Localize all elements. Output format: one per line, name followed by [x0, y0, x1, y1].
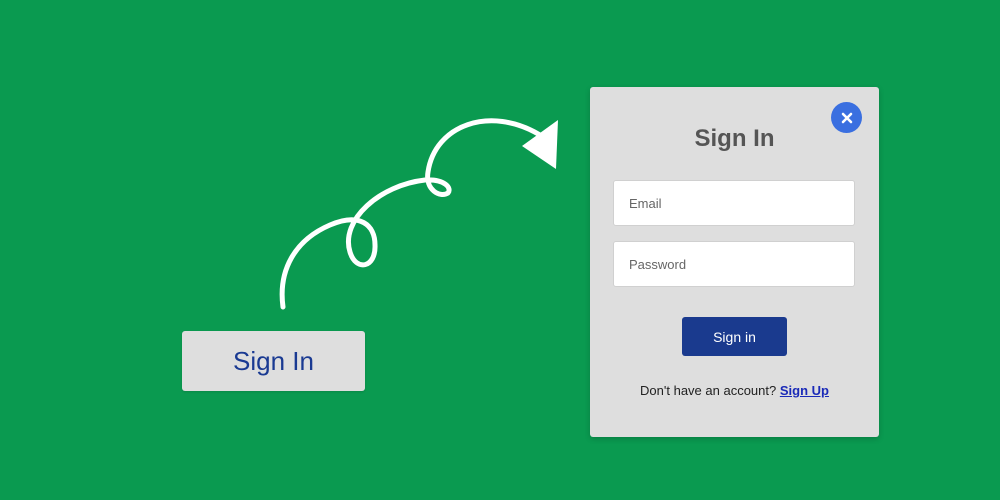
- close-icon: [841, 112, 852, 123]
- signup-link[interactable]: Sign Up: [780, 383, 829, 398]
- modal-title: Sign In: [694, 125, 775, 152]
- signin-modal: Sign In Sign in Don't have an account? S…: [590, 87, 879, 437]
- signin-submit-button[interactable]: Sign in: [682, 317, 787, 356]
- signup-prompt-text: Don't have an account?: [640, 383, 777, 398]
- signup-prompt: Don't have an account? Sign Up: [590, 383, 879, 398]
- email-field[interactable]: [613, 180, 855, 226]
- password-field[interactable]: [613, 241, 855, 287]
- open-signin-button[interactable]: Sign In: [182, 331, 365, 391]
